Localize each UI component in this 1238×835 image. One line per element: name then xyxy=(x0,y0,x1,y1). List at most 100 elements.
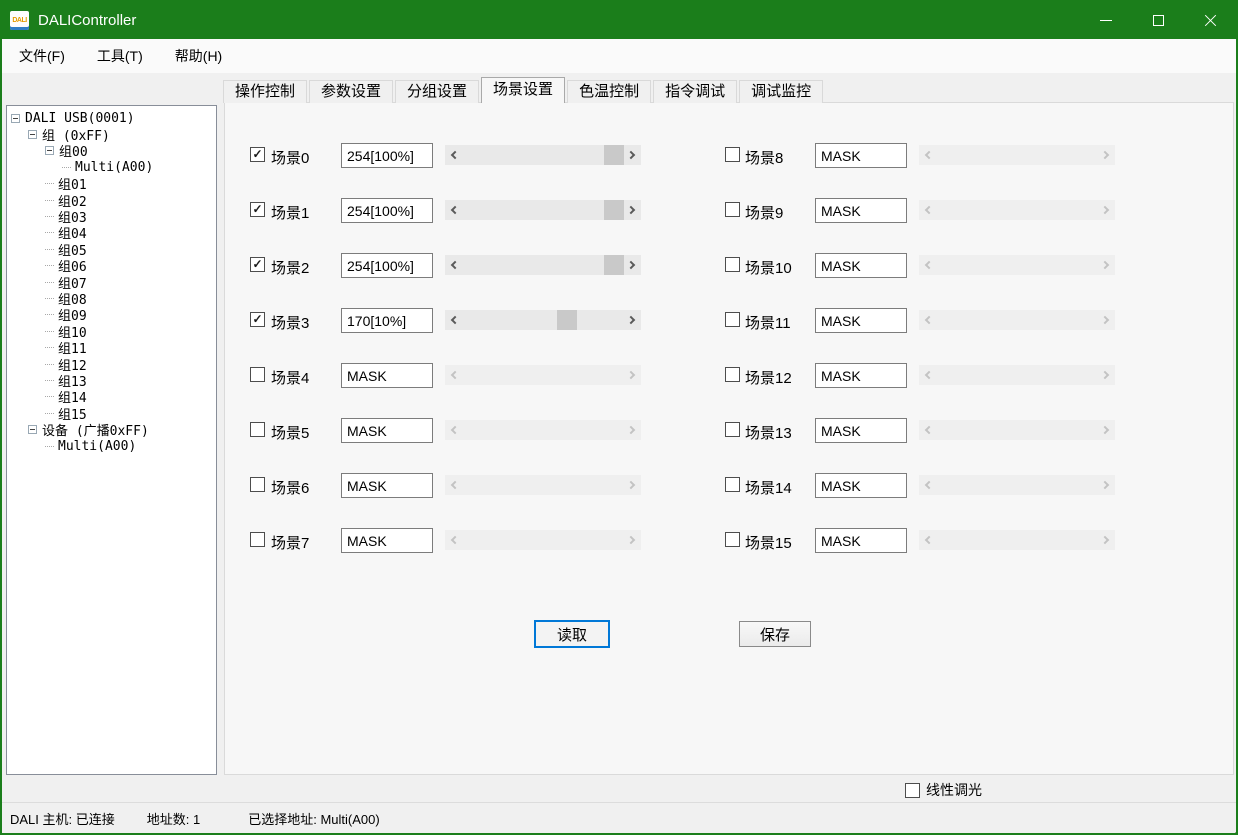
collapse-icon[interactable] xyxy=(45,146,54,155)
scene-value-input-2[interactable] xyxy=(341,253,433,278)
scene-value-input-14[interactable] xyxy=(815,473,907,498)
scene-checkbox-8[interactable] xyxy=(725,147,740,162)
read-button[interactable]: 读取 xyxy=(534,620,610,648)
scene-value-input-6[interactable] xyxy=(341,473,433,498)
scene-checkbox-6[interactable] xyxy=(250,477,265,492)
scene-value-input-4[interactable] xyxy=(341,363,433,388)
maximize-button[interactable] xyxy=(1132,2,1184,39)
tree-item[interactable]: 设备 (广播0xFF) xyxy=(7,421,216,437)
tree-item[interactable]: 组08 xyxy=(7,290,216,306)
scene-value-input-15[interactable] xyxy=(815,528,907,553)
scene-value-input-8[interactable] xyxy=(815,143,907,168)
scene-value-input-7[interactable] xyxy=(341,528,433,553)
scene-checkbox-3[interactable] xyxy=(250,312,265,327)
scene-checkbox-15[interactable] xyxy=(725,532,740,547)
tree-item[interactable]: 组14 xyxy=(7,389,216,405)
tree-item[interactable]: 组13 xyxy=(7,372,216,388)
tree-item[interactable]: DALI USB(0001) xyxy=(7,110,216,126)
slider-left-arrow-button xyxy=(445,530,462,550)
tab-1[interactable]: 参数设置 xyxy=(309,80,393,103)
tree-item[interactable]: 组01 xyxy=(7,176,216,192)
tree-item[interactable]: 组10 xyxy=(7,323,216,339)
slider-thumb[interactable] xyxy=(557,310,577,330)
slider-track[interactable] xyxy=(462,200,624,220)
tree-connector xyxy=(45,380,54,381)
tree-item[interactable]: 组05 xyxy=(7,241,216,257)
slider-left-arrow-button[interactable] xyxy=(445,200,462,220)
scene-checkbox-1[interactable] xyxy=(250,202,265,217)
tab-2[interactable]: 分组设置 xyxy=(395,80,479,103)
linear-dimming-checkbox[interactable] xyxy=(905,783,920,798)
tree-item[interactable]: 组12 xyxy=(7,356,216,372)
chevron-left-icon xyxy=(451,481,459,489)
slider-track[interactable] xyxy=(462,310,624,330)
slider-right-arrow-button[interactable] xyxy=(624,200,641,220)
tree-connector xyxy=(45,413,54,414)
scene-value-input-9[interactable] xyxy=(815,198,907,223)
collapse-icon[interactable] xyxy=(11,114,20,123)
save-button[interactable]: 保存 xyxy=(739,621,811,647)
slider-left-arrow-button[interactable] xyxy=(445,145,462,165)
menu-item-2[interactable]: 帮助(H) xyxy=(165,41,232,71)
chevron-left-icon xyxy=(925,206,933,214)
scene-slider-3[interactable] xyxy=(445,310,641,330)
scene-slider-0[interactable] xyxy=(445,145,641,165)
tree-item[interactable]: 组09 xyxy=(7,307,216,323)
scene-checkbox-9[interactable] xyxy=(725,202,740,217)
scene-checkbox-13[interactable] xyxy=(725,422,740,437)
slider-thumb[interactable] xyxy=(604,255,624,275)
slider-track[interactable] xyxy=(462,255,624,275)
slider-left-arrow-button[interactable] xyxy=(445,310,462,330)
collapse-icon[interactable] xyxy=(28,130,37,139)
collapse-icon[interactable] xyxy=(28,425,37,434)
menu-item-1[interactable]: 工具(T) xyxy=(87,41,153,71)
slider-right-arrow-button[interactable] xyxy=(624,255,641,275)
scene-value-input-12[interactable] xyxy=(815,363,907,388)
scene-checkbox-10[interactable] xyxy=(725,257,740,272)
scene-checkbox-11[interactable] xyxy=(725,312,740,327)
tab-3[interactable]: 场景设置 xyxy=(481,77,565,103)
tab-6[interactable]: 调试监控 xyxy=(739,80,823,103)
scene-value-input-11[interactable] xyxy=(815,308,907,333)
scene-checkbox-5[interactable] xyxy=(250,422,265,437)
tree-item[interactable]: 组 (0xFF) xyxy=(7,126,216,142)
scene-value-input-1[interactable] xyxy=(341,198,433,223)
tree-item[interactable]: 组07 xyxy=(7,274,216,290)
tree-item[interactable]: Multi(A00) xyxy=(7,159,216,175)
scene-slider-1[interactable] xyxy=(445,200,641,220)
slider-thumb[interactable] xyxy=(604,200,624,220)
scene-slider-2[interactable] xyxy=(445,255,641,275)
tab-5[interactable]: 指令调试 xyxy=(653,80,737,103)
tree-item[interactable]: 组11 xyxy=(7,339,216,355)
scene-value-input-10[interactable] xyxy=(815,253,907,278)
tree-item[interactable]: 组06 xyxy=(7,258,216,274)
minimize-button[interactable] xyxy=(1080,2,1132,39)
scene-value-input-3[interactable] xyxy=(341,308,433,333)
slider-thumb[interactable] xyxy=(604,145,624,165)
tree-item[interactable]: 组00 xyxy=(7,143,216,159)
scene-checkbox-0[interactable] xyxy=(250,147,265,162)
slider-track[interactable] xyxy=(462,145,624,165)
close-button[interactable] xyxy=(1184,2,1236,39)
resize-grip[interactable] xyxy=(1230,827,1232,829)
scene-value-input-0[interactable] xyxy=(341,143,433,168)
scene-value-input-13[interactable] xyxy=(815,418,907,443)
tree-item[interactable]: 组04 xyxy=(7,225,216,241)
tree-item[interactable]: 组15 xyxy=(7,405,216,421)
scene-checkbox-14[interactable] xyxy=(725,477,740,492)
scene-checkbox-12[interactable] xyxy=(725,367,740,382)
scene-checkbox-2[interactable] xyxy=(250,257,265,272)
tree-item[interactable]: 组03 xyxy=(7,208,216,224)
scene-checkbox-4[interactable] xyxy=(250,367,265,382)
tree-item[interactable]: Multi(A00) xyxy=(7,438,216,454)
menu-item-0[interactable]: 文件(F) xyxy=(9,41,75,71)
slider-right-arrow-button[interactable] xyxy=(624,310,641,330)
slider-left-arrow-button[interactable] xyxy=(445,255,462,275)
scene-label-10: 场景10 xyxy=(745,257,792,278)
slider-right-arrow-button[interactable] xyxy=(624,145,641,165)
scene-checkbox-7[interactable] xyxy=(250,532,265,547)
tab-0[interactable]: 操作控制 xyxy=(223,80,307,103)
scene-value-input-5[interactable] xyxy=(341,418,433,443)
tab-4[interactable]: 色温控制 xyxy=(567,80,651,103)
tree-item[interactable]: 组02 xyxy=(7,192,216,208)
